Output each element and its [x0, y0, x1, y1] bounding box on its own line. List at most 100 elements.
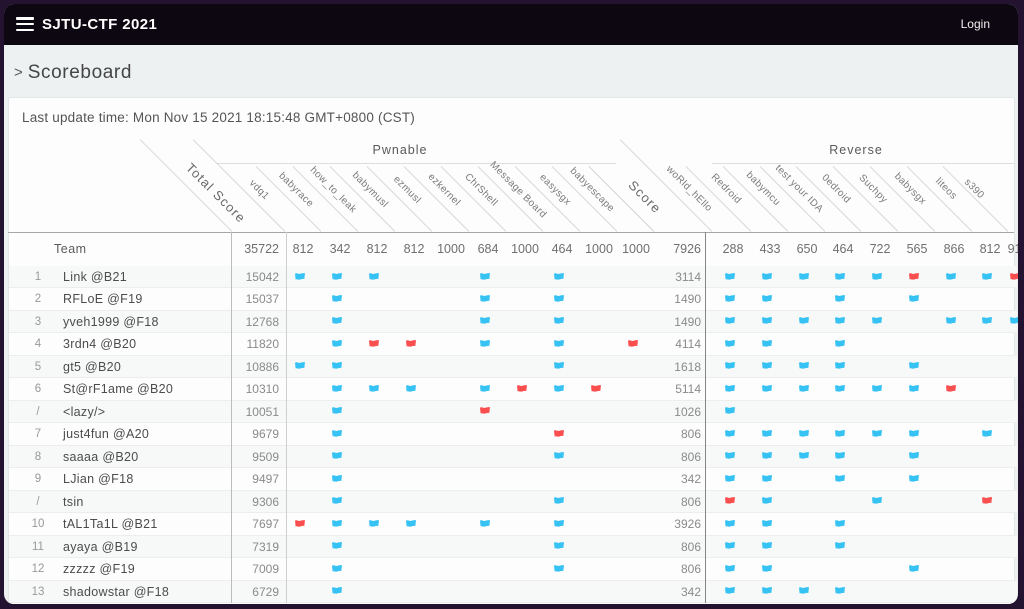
flag-icon-solved: [834, 361, 846, 372]
table-row: 12zzzzz @F197009806: [9, 558, 1017, 580]
total-score-cell: 10886: [219, 356, 279, 377]
flag-icon-solved: [834, 519, 846, 530]
flag-icon-solved: [945, 316, 957, 327]
table-row: 2RFLoE @F19150371490: [9, 288, 1017, 310]
team-name[interactable]: Link @B21: [63, 266, 127, 287]
flag-icon-solved: [761, 316, 773, 327]
team-name[interactable]: tsin: [63, 491, 84, 512]
flag-icon-solved: [479, 384, 491, 395]
team-name[interactable]: RFLoE @F19: [63, 288, 143, 309]
flag-icon-firstblood: [294, 519, 306, 530]
team-column-header: Team: [54, 232, 87, 266]
table-row: 43rdn4 @B20118204114: [9, 333, 1017, 355]
rank-cell: /: [27, 491, 49, 512]
flag-icon-solved: [761, 519, 773, 530]
category-score-cell: 806: [641, 491, 701, 512]
section-column-divider: [705, 232, 706, 603]
table-row: 1Link @B21150423114: [9, 266, 1017, 288]
group-label-pwnable: Pwnable: [373, 143, 428, 157]
rank-cell: 8: [27, 446, 49, 467]
group-label-reverse: Reverse: [829, 143, 883, 157]
flag-icon-solved: [331, 429, 343, 440]
team-name[interactable]: shadowstar @F18: [63, 581, 169, 602]
team-name[interactable]: tAL1Ta1L @B21: [63, 513, 158, 534]
table-row: 6St@rF1ame @B20103105114: [9, 378, 1017, 400]
flag-icon-solved: [908, 294, 920, 305]
total-score-cell: 9679: [219, 423, 279, 444]
flag-icon-solved: [553, 384, 565, 395]
flag-icon-solved: [331, 586, 343, 597]
flag-icon-firstblood: [553, 429, 565, 440]
flag-icon-solved: [479, 272, 491, 283]
flag-icon-solved: [724, 586, 736, 597]
total-score-cell: 7009: [219, 558, 279, 579]
table-row: 11ayaya @B197319806: [9, 536, 1017, 558]
flag-icon-solved: [553, 294, 565, 305]
flag-icon-solved: [368, 272, 380, 283]
table-row: 9LJian @F189497342: [9, 468, 1017, 490]
rank-cell: 12: [27, 558, 49, 579]
flag-icon-solved: [724, 316, 736, 327]
flag-icon-solved: [553, 272, 565, 283]
team-name[interactable]: just4fun @A20: [63, 423, 149, 444]
rank-cell: 5: [27, 356, 49, 377]
flag-icon-solved: [724, 429, 736, 440]
flag-icon-solved: [331, 474, 343, 485]
flag-icon-solved: [798, 451, 810, 462]
flag-icon-solved: [908, 451, 920, 462]
flag-icon-solved: [834, 541, 846, 552]
flag-icon-solved: [331, 339, 343, 350]
flag-icon-solved: [834, 451, 846, 462]
flag-icon-solved: [479, 294, 491, 305]
team-name[interactable]: gt5 @B20: [63, 356, 121, 377]
flag-icon-solved: [724, 474, 736, 485]
total-score-cell: 15037: [219, 288, 279, 309]
hamburger-menu-icon[interactable]: [16, 17, 34, 32]
rank-cell: /: [27, 401, 49, 422]
category-score-cell: 1490: [641, 311, 701, 332]
flag-icon-solved: [798, 586, 810, 597]
flag-icon-solved: [368, 519, 380, 530]
flag-icon-solved: [553, 564, 565, 575]
team-name[interactable]: zzzzz @F19: [63, 558, 135, 579]
flag-icon-solved: [761, 294, 773, 305]
team-name[interactable]: yveh1999 @F18: [63, 311, 159, 332]
login-link[interactable]: Login: [961, 4, 990, 45]
flag-icon-firstblood: [724, 496, 736, 507]
flag-icon-solved: [331, 451, 343, 462]
flag-icon-solved: [724, 272, 736, 283]
flag-icon-solved: [761, 429, 773, 440]
rank-cell: 9: [27, 468, 49, 489]
team-name[interactable]: 3rdn4 @B20: [63, 333, 136, 354]
rank-cell: 4: [27, 333, 49, 354]
flag-icon-solved: [798, 384, 810, 395]
flag-icon-solved: [331, 406, 343, 417]
flag-icon-solved: [761, 339, 773, 350]
table-row: 5 gt5 @B20 10886 1618: [9, 356, 1017, 378]
table-row: 10tAL1Ta1L @B2176973926: [9, 513, 1017, 535]
browser-page: SJTU-CTF 2021 Login >Scoreboard Last upd…: [4, 4, 1018, 604]
flag-icon-firstblood: [590, 384, 602, 395]
flag-icon-firstblood: [945, 384, 957, 395]
flag-icon-solved: [294, 272, 306, 283]
team-name[interactable]: LJian @F18: [63, 468, 134, 489]
team-name[interactable]: saaaa @B20: [63, 446, 138, 467]
category-score-cell: 5114: [641, 378, 701, 399]
team-name[interactable]: ayaya @B19: [63, 536, 138, 557]
table-row: / <lazy/> 10051 1026: [9, 401, 1017, 423]
rank-cell: 11: [27, 536, 49, 557]
total-score-cell: 10051: [219, 401, 279, 422]
flag-icon-solved: [724, 406, 736, 417]
rank-cell: 2: [27, 288, 49, 309]
flag-icon-solved: [479, 339, 491, 350]
category-score-cell: 1618: [641, 356, 701, 377]
team-name[interactable]: <lazy/>: [63, 401, 105, 422]
category-score-cell: 1026: [641, 401, 701, 422]
category-score-cell: 3114: [641, 266, 701, 287]
rank-cell: 3: [27, 311, 49, 332]
rank-cell: 10: [27, 513, 49, 534]
team-name[interactable]: St@rF1ame @B20: [63, 378, 173, 399]
breadcrumb: >Scoreboard: [14, 61, 132, 85]
flag-icon-solved: [871, 429, 883, 440]
category-score-cell: 806: [641, 536, 701, 557]
